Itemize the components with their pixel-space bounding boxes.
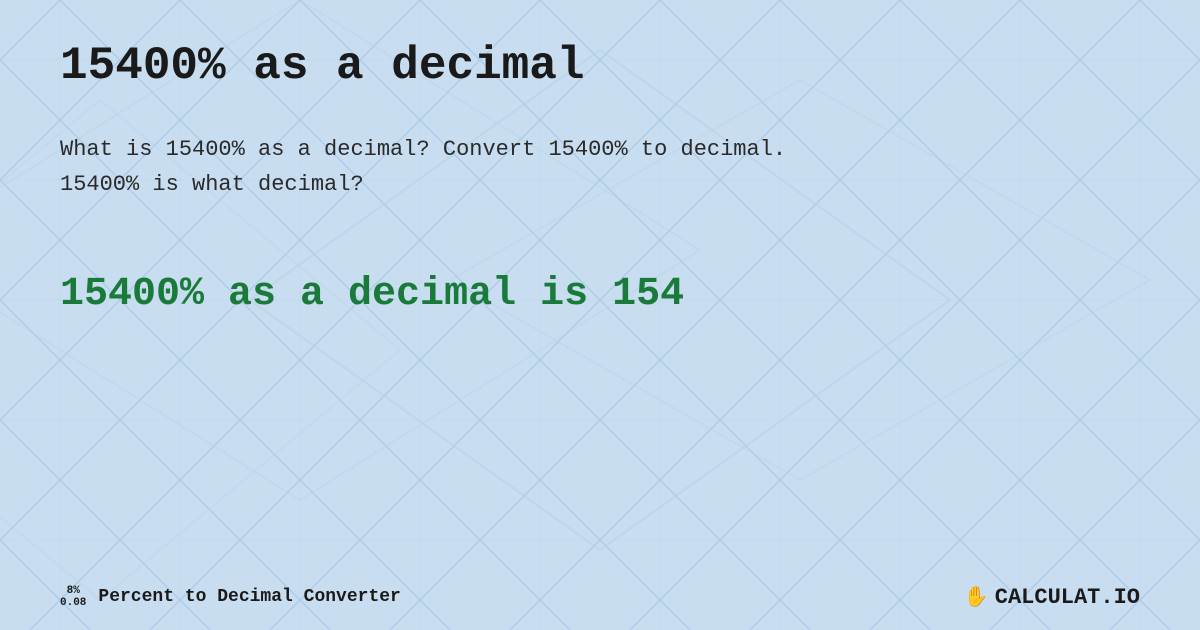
logo-text: CALCULAT.IO xyxy=(995,585,1140,610)
result-text: 15400% as a decimal is 154 xyxy=(60,272,1140,317)
description-line1: What is 15400% as a decimal? Convert 154… xyxy=(60,137,786,162)
description-text: What is 15400% as a decimal? Convert 154… xyxy=(60,132,960,202)
page-title: 15400% as a decimal xyxy=(60,40,1140,92)
footer-label: Percent to Decimal Converter xyxy=(98,587,400,607)
percent-bottom: 0.08 xyxy=(60,597,86,609)
percent-icon: 8% 0.08 xyxy=(60,585,86,609)
description-line2: 15400% is what decimal? xyxy=(60,172,364,197)
percent-top: 8% xyxy=(67,585,80,597)
logo: ✋ CALCULAT.IO xyxy=(964,584,1140,610)
result-section: 15400% as a decimal is 154 xyxy=(60,272,1140,317)
footer-left: 8% 0.08 Percent to Decimal Converter xyxy=(60,585,401,609)
logo-icon: ✋ xyxy=(964,584,989,610)
footer: 8% 0.08 Percent to Decimal Converter ✋ C… xyxy=(60,584,1140,610)
